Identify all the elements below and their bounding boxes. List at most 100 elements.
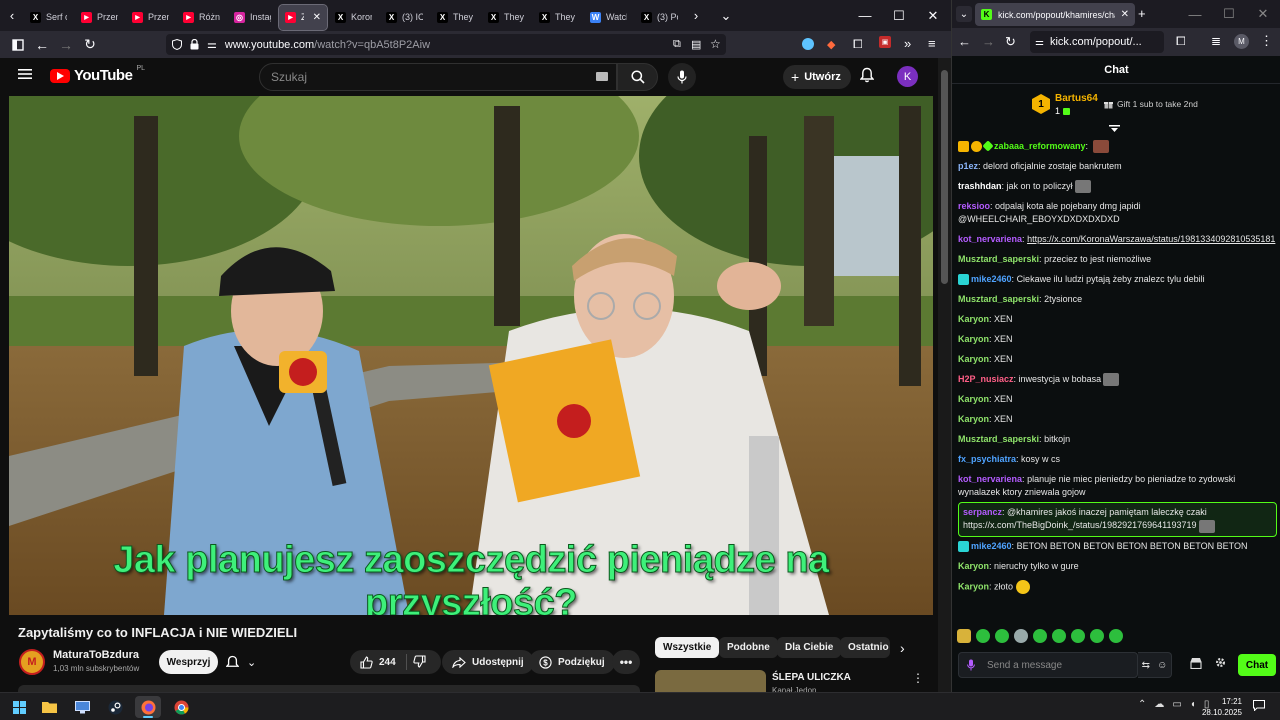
new-tab-plus-icon[interactable]: + — [1138, 6, 1146, 21]
chip-recent[interactable]: Ostatnio — [840, 637, 890, 658]
chat-message[interactable]: H2P_nusiacz: inwestycja w bobasa — [958, 369, 1277, 389]
account-avatar[interactable]: K — [897, 66, 918, 87]
chat-message[interactable]: Musztard_saperski: przeciez to jest niem… — [958, 249, 1277, 269]
taskbar-file-explorer[interactable] — [36, 696, 62, 718]
tab-scroll-right-icon[interactable]: › — [684, 0, 708, 31]
chat-settings-gear-icon[interactable] — [1215, 657, 1226, 668]
start-button[interactable] — [6, 696, 32, 718]
thanks-button[interactable]: $ Podziękuj — [529, 650, 615, 674]
chat-username[interactable]: kot_nervariena — [958, 234, 1022, 244]
taskbar-computer[interactable] — [69, 696, 95, 718]
media-control-icon[interactable]: ≣ — [1211, 34, 1221, 48]
page-scrollbar[interactable] — [938, 58, 951, 692]
chat-username[interactable]: mike2460 — [971, 541, 1012, 551]
chat-username[interactable]: Karyon — [958, 581, 989, 591]
emote-slot[interactable] — [1052, 629, 1066, 643]
tab-list-chevron-down-icon[interactable]: ⌄ — [956, 6, 972, 22]
cloud-icon[interactable]: ☁ — [1154, 699, 1164, 710]
bookmark-star-icon[interactable]: ☆ — [710, 37, 721, 51]
chips-next-chevron-icon[interactable]: › — [900, 640, 905, 656]
chip-related[interactable]: Podobne — [719, 637, 778, 658]
voice-microphone-icon[interactable] — [967, 659, 975, 671]
share-button[interactable]: Udostępnij — [442, 650, 534, 674]
search-input[interactable]: Szukaj — [259, 63, 617, 91]
translate-icon[interactable]: ⇆ — [1142, 660, 1150, 671]
more-vertical-icon[interactable]: ⋮ — [1260, 33, 1273, 49]
chat-username[interactable]: reksioo — [958, 201, 990, 211]
description-box[interactable] — [18, 685, 640, 692]
browser-tab-7[interactable]: X (3) IC — [380, 5, 429, 30]
chat-username[interactable]: Karyon — [958, 414, 989, 424]
channel-avatar[interactable]: M — [19, 649, 45, 675]
forward-icon[interactable]: → — [982, 34, 995, 49]
chat-message[interactable]: Karyon: złoto — [958, 577, 1277, 598]
chat-message[interactable]: serpancz: @khamires jakoś inaczej pamięt… — [958, 502, 1277, 537]
emote-slot[interactable] — [1033, 629, 1047, 643]
browser-tab-2[interactable]: ▶ Przen — [126, 5, 175, 30]
tab-list-chevron-down-icon[interactable]: ⌄ — [714, 0, 738, 31]
emote-slot[interactable] — [995, 629, 1009, 643]
chat-message[interactable]: p1ez: delord oficjalnie zostaje bankrute… — [958, 156, 1277, 176]
chat-message[interactable]: Musztard_saperski: bitkojn — [958, 429, 1277, 449]
browser-tab-0[interactable]: X Serf c — [24, 5, 73, 30]
taskbar-chrome[interactable] — [168, 696, 194, 718]
notification-center-icon[interactable] — [1253, 700, 1265, 711]
browser-tab-11[interactable]: W Watch — [584, 5, 633, 30]
chat-username[interactable]: H2P_nusiacz — [958, 374, 1014, 384]
back-icon[interactable]: ← — [958, 34, 971, 49]
close-window-icon[interactable]: ✕ — [916, 8, 950, 24]
permissions-icon[interactable]: ⚌ — [207, 38, 217, 51]
reader-view-icon[interactable]: ▤ — [691, 38, 701, 51]
url-bar[interactable]: ⚌ kick.com/popout/... — [1030, 31, 1164, 53]
chip-for-you[interactable]: Dla Ciebie — [777, 637, 842, 658]
youtube-logo[interactable]: YouTube PL — [50, 65, 145, 84]
kick-tab[interactable]: K kick.com/popout/khamires/cha ✕ — [975, 3, 1135, 26]
search-button[interactable] — [617, 63, 658, 91]
chat-message[interactable]: zabaaa_reformowany: — [958, 136, 1277, 156]
chat-username[interactable]: kot_nervariena — [958, 474, 1022, 484]
chat-message[interactable]: Karyon: XEN — [958, 349, 1277, 369]
create-button[interactable]: + Utwórz — [783, 65, 851, 89]
chat-message[interactable]: reksioo: odpalaj kota ale pojebany dmg j… — [958, 196, 1277, 229]
browser-tab-10[interactable]: X They g — [533, 5, 582, 30]
taskbar-firefox[interactable] — [135, 696, 161, 718]
extension-badge-icon[interactable]: ▣ — [879, 36, 891, 48]
chat-username[interactable]: Musztard_saperski — [958, 294, 1039, 304]
subscription-bell-button[interactable]: ⌄ — [226, 652, 256, 672]
emoji-picker-icon[interactable]: ☺ — [1157, 660, 1167, 671]
extension-fox-icon[interactable]: ◆ — [827, 38, 835, 51]
chat-message[interactable]: kot_nervariena: https://x.com/KoronaWars… — [958, 229, 1277, 249]
hamburger-menu-icon[interactable]: ≡ — [928, 36, 936, 51]
close-tab-icon[interactable]: ✕ — [1121, 9, 1129, 20]
more-actions-button[interactable]: ••• — [612, 650, 640, 674]
minimize-icon[interactable]: — — [848, 8, 882, 23]
chat-username[interactable]: Musztard_saperski — [958, 434, 1039, 444]
video-player[interactable]: Jak planujesz zaoszczędzić pieniądze na … — [9, 96, 933, 615]
extension-globe-icon[interactable] — [802, 38, 814, 50]
emote-slot[interactable] — [1090, 629, 1104, 643]
taskbar-clock[interactable]: 17:21 28.10.2025 — [1198, 696, 1242, 718]
chat-username[interactable]: p1ez — [958, 161, 978, 171]
gifter-name[interactable]: Bartus64 — [1055, 93, 1098, 104]
chip-all[interactable]: Wszystkie — [655, 637, 720, 658]
close-window-icon[interactable]: ✕ — [1246, 6, 1280, 22]
emote-slot[interactable] — [1014, 629, 1028, 643]
chat-message[interactable]: kot_nervariena: planuje nie miec pienied… — [958, 469, 1277, 502]
browser-tab-6[interactable]: X Koron — [329, 5, 378, 30]
voice-search-button[interactable] — [668, 63, 696, 91]
chat-message[interactable]: fx_psychiatra: kosy w cs — [958, 449, 1277, 469]
emote-slot[interactable] — [957, 629, 971, 643]
like-button[interactable]: 244 — [350, 650, 441, 674]
notifications-bell-icon[interactable] — [860, 67, 874, 83]
volume-icon[interactable]: ◖ — [1190, 699, 1196, 710]
emote-slot[interactable] — [1109, 629, 1123, 643]
guide-menu-icon[interactable] — [18, 68, 32, 80]
pinned-collapse-icon[interactable] — [1109, 125, 1120, 133]
site-info-icon[interactable]: ⚌ — [1035, 37, 1044, 48]
emote-slot[interactable] — [1071, 629, 1085, 643]
url-bar[interactable]: ⚌ www.youtube.com/watch?v=qbA5t8P2Aiw — [166, 34, 726, 55]
taskbar-steam[interactable] — [102, 696, 128, 718]
chat-message[interactable]: Karyon: nieruchy tylko w gure — [958, 557, 1277, 577]
gift-prompt[interactable]: Gift 1 sub to take 2nd — [1104, 99, 1198, 109]
lock-icon[interactable] — [190, 39, 199, 50]
